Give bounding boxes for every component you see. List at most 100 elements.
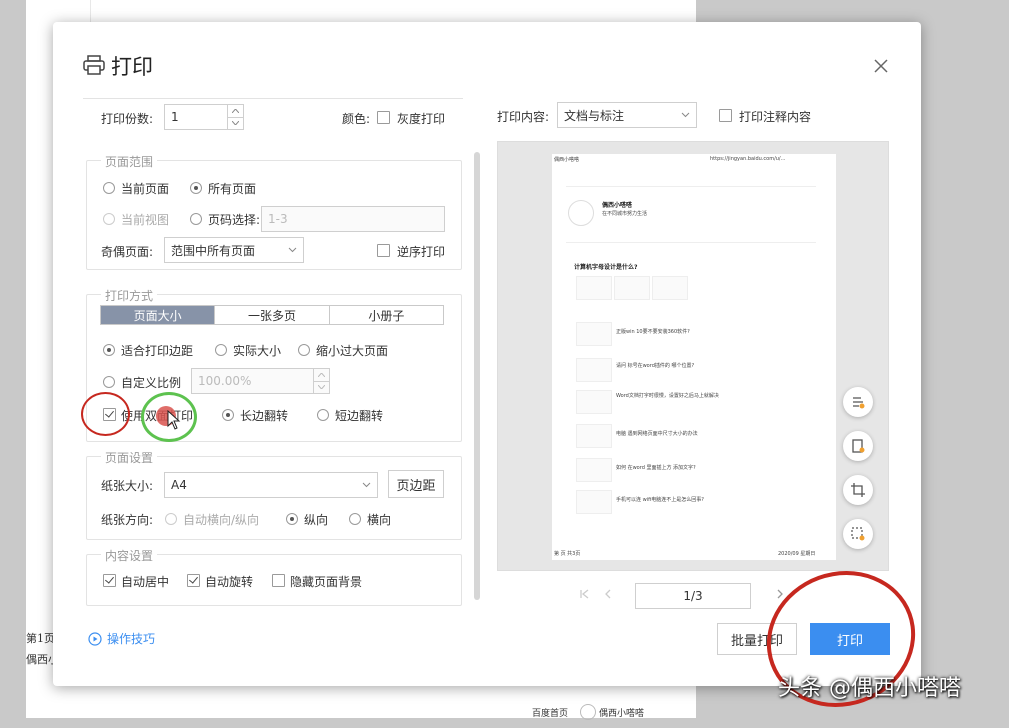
- background-user: 偶西小嗒嗒: [599, 709, 645, 719]
- printer-icon: [83, 54, 105, 78]
- preview-rule: [566, 186, 816, 187]
- grayscale-label: 灰度打印: [397, 112, 446, 126]
- odd-even-label: 奇偶页面:: [101, 245, 154, 259]
- page-number-input[interactable]: 1/3: [635, 583, 751, 609]
- chevron-down-icon: [362, 482, 371, 488]
- preview-thumb: [576, 276, 612, 300]
- radio-page-select[interactable]: [190, 213, 202, 225]
- radio-portrait[interactable]: [286, 513, 298, 525]
- hide-background-checkbox[interactable]: [272, 574, 285, 587]
- radio-custom-scale[interactable]: [103, 376, 115, 388]
- select-area-icon: [851, 527, 865, 541]
- page-tool-icon: [852, 439, 865, 453]
- radio-short-edge[interactable]: [317, 409, 329, 421]
- tab-multi-page[interactable]: 一张多页: [214, 306, 328, 324]
- chevron-down-icon: [288, 247, 297, 253]
- radio-current-page[interactable]: [103, 182, 115, 194]
- stepper-up-icon[interactable]: [228, 105, 243, 117]
- preview-rule-2: [566, 242, 816, 243]
- annotation-circle-duplex: [81, 392, 130, 436]
- dialog-title: 打印: [111, 55, 153, 79]
- preview-item-thumb: [576, 458, 612, 482]
- tab-page-size[interactable]: 页面大小: [101, 306, 215, 324]
- page-number-value: 1/3: [683, 589, 703, 603]
- page-select-placeholder: 1-3: [268, 212, 288, 226]
- tool-annotation-button[interactable]: [843, 387, 873, 417]
- radio-landscape[interactable]: [349, 513, 361, 525]
- tab-booklet[interactable]: 小册子: [328, 306, 443, 324]
- annotation-tool-icon: [853, 397, 865, 409]
- close-icon: [874, 59, 888, 73]
- current-view-label: 当前视图: [121, 213, 170, 227]
- radio-fit-margin[interactable]: [103, 344, 115, 356]
- radio-actual-size[interactable]: [215, 344, 227, 356]
- scale-up-icon[interactable]: [314, 369, 329, 381]
- copies-value: 1: [171, 110, 179, 124]
- radio-all-pages[interactable]: [190, 182, 202, 194]
- print-content-label: 打印内容:: [497, 110, 550, 124]
- preview-page: 偶西小嗒嗒 https://jingyan.baidu.com/u/... 偶西…: [552, 154, 836, 560]
- reverse-print-checkbox[interactable]: [377, 244, 390, 257]
- preview-item: 请问 标号在word插件的 哪个位置?: [616, 363, 695, 369]
- preview-item-thumb: [576, 390, 612, 414]
- print-mode-tabs: 页面大小 一张多页 小册子: [100, 305, 444, 325]
- auto-rotate-checkbox[interactable]: [187, 574, 200, 587]
- print-annotations-checkbox[interactable]: [719, 109, 732, 122]
- print-mode-legend: 打印方式: [101, 287, 158, 304]
- all-pages-label: 所有页面: [208, 182, 257, 196]
- custom-scale-label: 自定义比例: [121, 376, 182, 390]
- tips-link[interactable]: 操作技巧: [88, 630, 155, 647]
- grayscale-checkbox[interactable]: [377, 111, 390, 124]
- radio-auto-orientation[interactable]: [165, 513, 177, 525]
- copies-stepper[interactable]: 1: [164, 104, 244, 130]
- print-content-select[interactable]: 文档与标注: [557, 102, 697, 128]
- radio-current-view[interactable]: [103, 213, 115, 225]
- short-edge-label: 短边翻转: [335, 409, 384, 423]
- tool-page-button[interactable]: [843, 431, 873, 461]
- radio-shrink-large[interactable]: [298, 344, 310, 356]
- preview-subtitle: 在不同城市努力生活: [602, 211, 648, 217]
- preview-item-thumb: [576, 490, 612, 514]
- landscape-label: 横向: [367, 513, 392, 527]
- preview-item: Word文档打字时很慢，设置好之后马上就解决: [616, 393, 719, 399]
- close-button[interactable]: [867, 52, 895, 80]
- custom-scale-stepper[interactable]: 100.00%: [191, 368, 330, 394]
- chevron-down-icon: [681, 112, 690, 118]
- print-dialog: 打印 打印份数: 1 颜色: 灰度打印 页面范围 当前页面 所有页面 当前视图 …: [53, 22, 921, 686]
- odd-even-select[interactable]: 范围中所有页面: [164, 237, 304, 263]
- preview-avatar: [568, 200, 594, 226]
- shrink-large-label: 缩小过大页面: [316, 344, 389, 358]
- prev-page-icon[interactable]: [604, 588, 612, 602]
- preview-thumb: [614, 276, 650, 300]
- stepper-down-icon[interactable]: [228, 116, 243, 130]
- content-setup-legend: 内容设置: [101, 547, 158, 564]
- dialog-title-bar: 打印: [83, 52, 153, 80]
- tool-crop-button[interactable]: [843, 475, 873, 505]
- radio-long-edge[interactable]: [222, 409, 234, 421]
- paper-size-value: A4: [171, 478, 187, 492]
- auto-center-label: 自动居中: [121, 575, 170, 589]
- margin-button[interactable]: 页边距: [388, 470, 444, 498]
- preview-header-left: 偶西小嗒嗒: [554, 157, 580, 163]
- scale-down-icon[interactable]: [314, 380, 329, 394]
- paper-size-select[interactable]: A4: [164, 472, 378, 498]
- auto-orientation-label: 自动横向/纵向: [183, 513, 260, 527]
- preview-footer-right: 2020/09 星期日: [778, 551, 816, 557]
- preview-item-thumb: [576, 358, 612, 382]
- print-preview: 偶西小嗒嗒 https://jingyan.baidu.com/u/... 偶西…: [497, 141, 889, 571]
- paper-size-label: 纸张大小:: [101, 479, 154, 493]
- preview-author: 偶西小嗒嗒: [602, 202, 633, 209]
- tips-label: 操作技巧: [107, 632, 156, 646]
- preview-thumb: [652, 276, 688, 300]
- copies-label: 打印份数:: [101, 112, 154, 126]
- page-select-input[interactable]: 1-3: [261, 206, 445, 232]
- background-table-lines: [90, 0, 341, 22]
- left-panel-scrollbar[interactable]: [474, 152, 480, 600]
- tool-select-area-button[interactable]: [843, 519, 873, 549]
- page-setup-legend: 页面设置: [101, 449, 158, 466]
- preview-footer-left: 第 页 共3页: [554, 551, 581, 557]
- color-label: 颜色:: [342, 112, 371, 126]
- first-page-icon[interactable]: [580, 588, 590, 602]
- watermark: 头条 @偶西小嗒嗒: [778, 676, 961, 701]
- auto-center-checkbox[interactable]: [103, 574, 116, 587]
